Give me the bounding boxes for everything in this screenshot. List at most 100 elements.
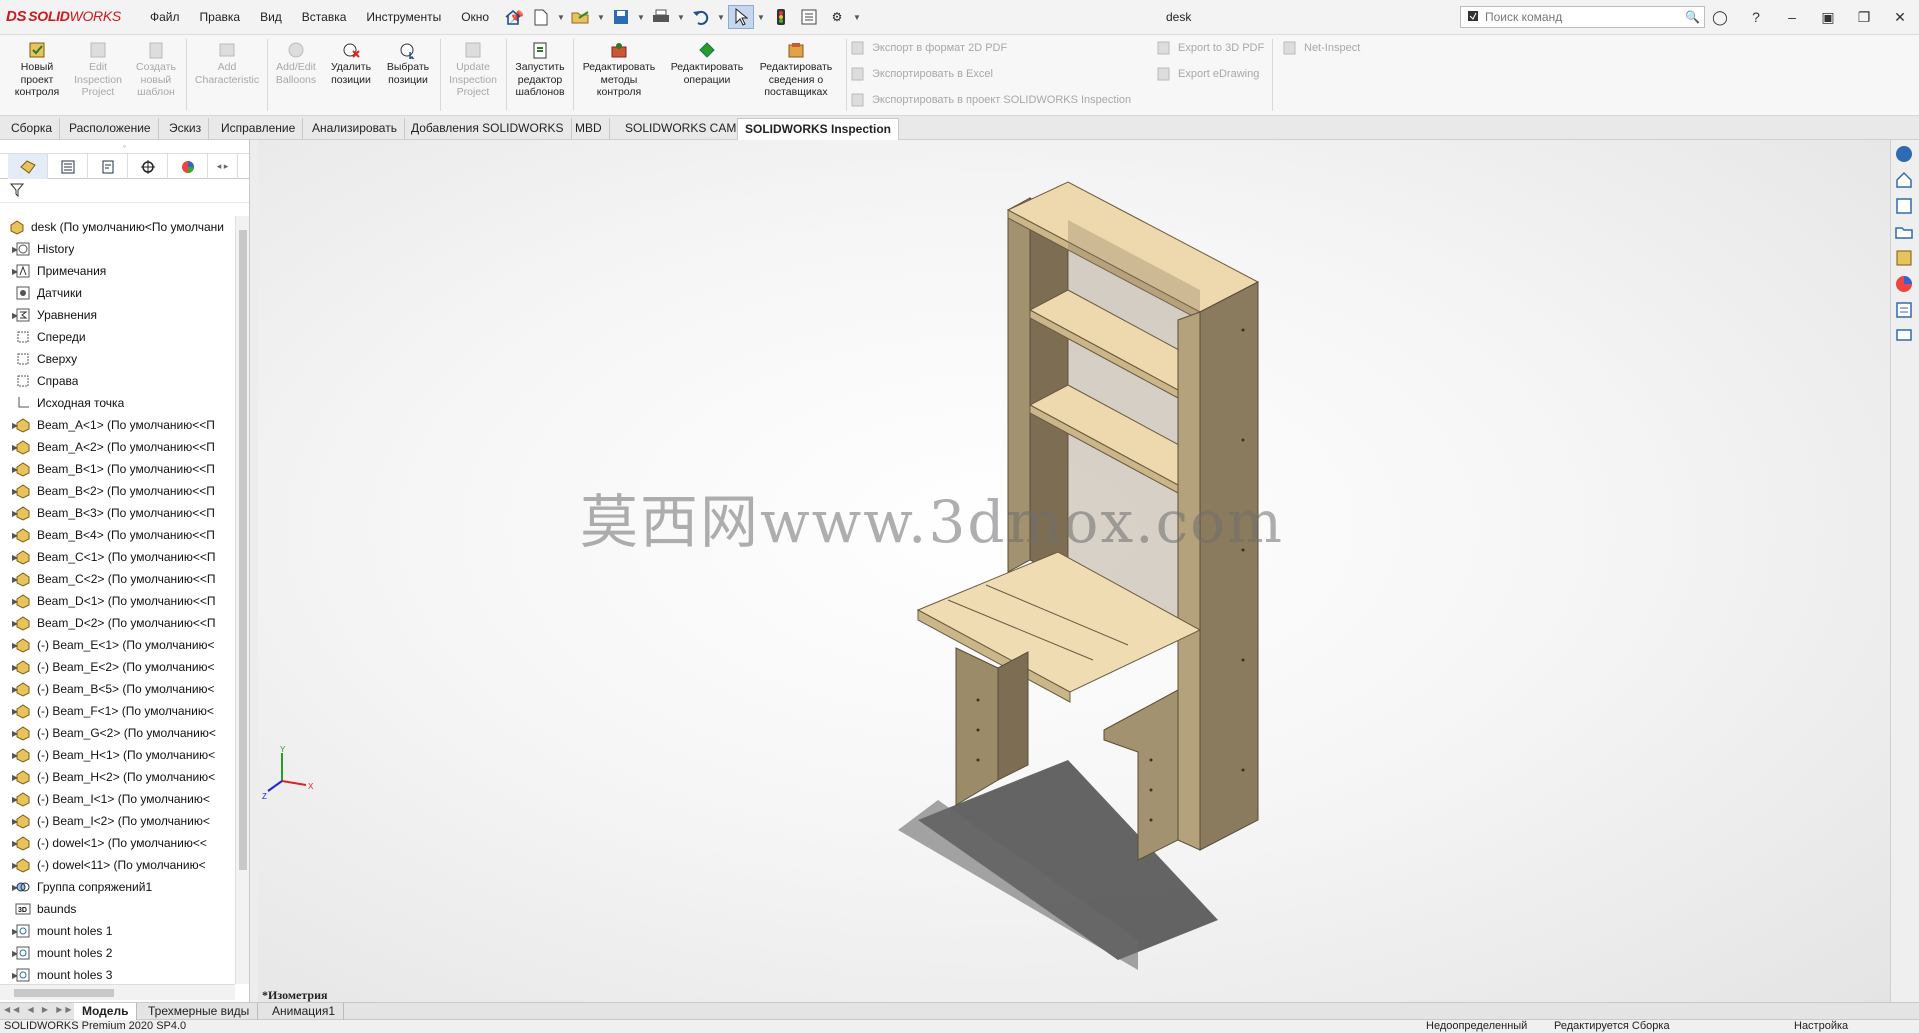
tree-item[interactable]: ▶ Beam_D<1> (По умолчанию<<П: [0, 590, 235, 612]
tree-hscroll-thumb[interactable]: [14, 989, 114, 997]
tab-model[interactable]: Модель: [74, 1003, 138, 1020]
tree-item[interactable]: ▶ Beam_C<2> (По умолчанию<<П: [0, 568, 235, 590]
desk-model[interactable]: [258, 140, 1890, 1002]
open-dropdown-icon[interactable]: ▼: [596, 13, 606, 22]
save-icon[interactable]: [608, 5, 634, 29]
display-manager-tab-icon[interactable]: [168, 154, 208, 179]
panel-splitter[interactable]: [250, 140, 258, 1002]
solidworks-resources-icon[interactable]: [1894, 144, 1916, 166]
tree-item[interactable]: Исходная точка: [0, 392, 235, 414]
tree-item[interactable]: ▶ Группа сопряжений1: [0, 876, 235, 898]
tree-item[interactable]: ▶ (-) Beam_E<1> (По умолчанию<: [0, 634, 235, 656]
expand-arrow-icon[interactable]: ▶: [0, 641, 18, 650]
expand-arrow-icon[interactable]: ▶: [0, 421, 18, 430]
tree-item[interactable]: ▶ Beam_A<2> (По умолчанию<<П: [0, 436, 235, 458]
tree-item[interactable]: ▶ Beam_D<2> (По умолчанию<<П: [0, 612, 235, 634]
tree-item[interactable]: ▶ (-) Beam_B<5> (По умолчанию<: [0, 678, 235, 700]
delete-balloons-button[interactable]: Удалить позиции: [324, 41, 378, 86]
home-icon[interactable]: [500, 5, 526, 29]
custom-properties-icon[interactable]: [1894, 300, 1916, 322]
file-properties-icon[interactable]: [796, 5, 822, 29]
folder-icon[interactable]: [1894, 222, 1916, 244]
print-dropdown-icon[interactable]: ▼: [676, 13, 686, 22]
minimize-icon[interactable]: –: [1781, 6, 1803, 28]
edit-operations-button[interactable]: Редактировать операции: [664, 41, 750, 86]
status-settings[interactable]: Настройка: [1794, 1020, 1848, 1033]
menu-insert[interactable]: Вставка: [292, 0, 357, 35]
expand-arrow-icon[interactable]: ▶: [0, 773, 18, 782]
dimxpert-tab-icon[interactable]: [128, 154, 168, 179]
tree-item[interactable]: ▶ Beam_B<3> (По умолчанию<<П: [0, 502, 235, 524]
select-balloons-button[interactable]: Выбрать позиции: [380, 41, 436, 86]
tab-layout[interactable]: Расположение: [62, 118, 159, 140]
tab-inspection[interactable]: SOLIDWORKS Inspection: [737, 118, 900, 140]
menu-edit[interactable]: Правка: [190, 0, 251, 35]
tree-item[interactable]: ▶ mount holes 3: [0, 964, 235, 984]
file-explorer-icon[interactable]: [1894, 196, 1916, 218]
menu-tools[interactable]: Инструменты: [356, 0, 451, 35]
tree-item[interactable]: Датчики: [0, 282, 235, 304]
expand-arrow-icon[interactable]: ▶: [0, 795, 18, 804]
expand-arrow-icon[interactable]: ▶: [0, 663, 18, 672]
tree-item[interactable]: ▶ (-) Beam_E<2> (По умолчанию<: [0, 656, 235, 678]
expand-arrow-icon[interactable]: ▶: [0, 751, 18, 760]
tree-item[interactable]: ▶ Beam_B<4> (По умолчанию<<П: [0, 524, 235, 546]
tab-scroll-arrows[interactable]: ◀◀ ◀ ▶ ▶▶: [4, 1005, 75, 1014]
tree-item[interactable]: ▶ (-) Beam_I<1> (По умолчанию<: [0, 788, 235, 810]
expand-arrow-icon[interactable]: ▶: [0, 729, 18, 738]
expand-arrow-icon[interactable]: ▶: [0, 575, 18, 584]
select-cursor-icon[interactable]: [728, 5, 754, 29]
traffic-light-icon[interactable]: [768, 5, 794, 29]
expand-arrow-icon[interactable]: ▶: [0, 245, 18, 254]
menu-view[interactable]: Вид: [250, 0, 292, 35]
expand-arrow-icon[interactable]: ▶: [0, 949, 18, 958]
expand-arrow-icon[interactable]: ▶: [0, 883, 18, 892]
expand-arrow-icon[interactable]: ▶: [0, 927, 18, 936]
expand-arrow-icon[interactable]: ▶: [0, 971, 18, 980]
expand-arrow-icon[interactable]: ▶: [0, 553, 18, 562]
open-folder-icon[interactable]: [568, 5, 594, 29]
tree-vertical-scrollbar[interactable]: [235, 216, 249, 984]
expand-arrow-icon[interactable]: ▶: [0, 619, 18, 628]
tree-item[interactable]: ▶ (-) Beam_H<2> (По умолчанию<: [0, 766, 235, 788]
expand-arrow-icon[interactable]: ▶: [0, 707, 18, 716]
tree-item[interactable]: ▶ Beam_A<1> (По умолчанию<<П: [0, 414, 235, 436]
configuration-manager-tab-icon[interactable]: [88, 154, 128, 179]
tree-filter[interactable]: [0, 179, 249, 203]
close-icon[interactable]: ✕: [1889, 6, 1911, 28]
tree-item[interactable]: ▶ (-) Beam_F<1> (По умолчанию<: [0, 700, 235, 722]
edit-inspection-methods-button[interactable]: Редактировать методы контроля: [576, 41, 662, 99]
new-document-icon[interactable]: [528, 5, 554, 29]
panel-collapse-handle[interactable]: ◦: [0, 140, 249, 154]
undo-icon[interactable]: [688, 5, 714, 29]
tab-cam[interactable]: SOLIDWORKS CAM: [618, 118, 745, 140]
tree-item[interactable]: Справа: [0, 370, 235, 392]
feature-manager-tab-icon[interactable]: [8, 154, 48, 179]
tree-item[interactable]: ▶ History: [0, 238, 235, 260]
tile-windows-icon[interactable]: ▣: [1817, 6, 1839, 28]
tree-item[interactable]: ▶ (-) dowel<1> (По умолчанию<<: [0, 832, 235, 854]
search-icon[interactable]: 🔍: [1685, 10, 1700, 24]
tree-item[interactable]: ▶ Beam_C<1> (По умолчанию<<П: [0, 546, 235, 568]
options-gear-icon[interactable]: ⚙: [824, 5, 850, 29]
restore-icon[interactable]: ❐: [1853, 6, 1875, 28]
tree-scroll-thumb[interactable]: [239, 230, 247, 870]
tab-evaluate[interactable]: Анализировать: [305, 118, 405, 140]
tree-item[interactable]: ▶ (-) Beam_I<2> (По умолчанию<: [0, 810, 235, 832]
expand-arrow-icon[interactable]: ▶: [0, 861, 18, 870]
menu-window[interactable]: Окно: [451, 0, 499, 35]
command-search[interactable]: Поиск команд 🔍: [1460, 6, 1705, 28]
expand-arrow-icon[interactable]: ▶: [0, 267, 18, 276]
edit-vendor-info-button[interactable]: Редактировать сведения о поставщиках: [752, 41, 840, 99]
tree-horizontal-scrollbar[interactable]: [0, 984, 235, 1000]
search-input[interactable]: Поиск команд: [1485, 10, 1562, 24]
filter-icon[interactable]: [9, 183, 26, 200]
expand-arrow-icon[interactable]: ▶: [0, 531, 18, 540]
expand-arrow-icon[interactable]: ▶: [0, 817, 18, 826]
user-account-icon[interactable]: ◯: [1709, 6, 1731, 28]
tree-item[interactable]: ▶ (-) Beam_G<2> (По умолчанию<: [0, 722, 235, 744]
tab-3d-views[interactable]: Трехмерные виды: [140, 1003, 259, 1020]
forum-icon[interactable]: [1894, 326, 1916, 348]
tab-addins[interactable]: Добавления SOLIDWORKS: [404, 118, 572, 140]
launch-template-editor-button[interactable]: Запустить редактор шаблонов: [510, 41, 570, 99]
